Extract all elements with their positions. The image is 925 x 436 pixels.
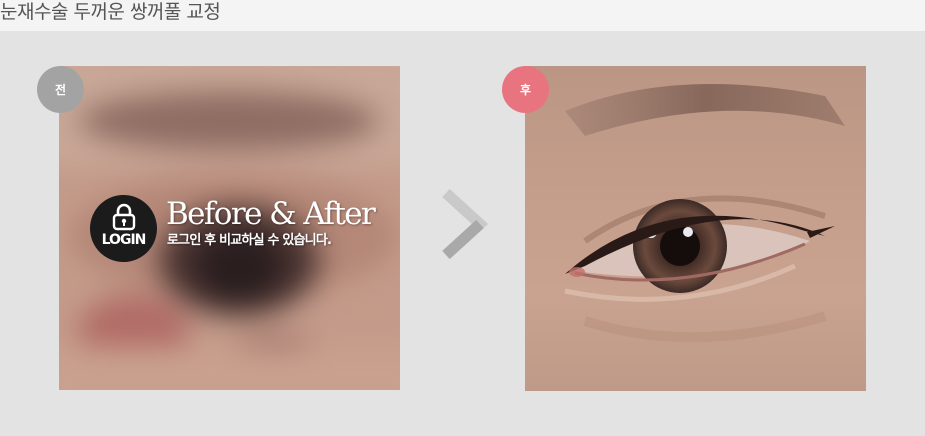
- login-label: LOGIN: [101, 232, 147, 248]
- after-photo: [525, 66, 866, 391]
- login-button[interactable]: LOGIN: [90, 195, 157, 262]
- chevron-right-icon[interactable]: [440, 189, 488, 259]
- login-required-message: 로그인 후 비교하실 수 있습니다.: [167, 233, 332, 248]
- lock-icon: [112, 203, 136, 231]
- page-title: 눈재수술 두꺼운 쌍꺼풀 교정: [0, 1, 221, 23]
- after-eye-image: [564, 84, 845, 343]
- before-after-title: Before & After: [166, 196, 376, 232]
- login-overlay[interactable]: LOGIN Before & After 로그인 후 비교하실 수 있습니다.: [90, 195, 390, 265]
- after-badge: 후: [502, 66, 549, 113]
- title-bar: 눈재수술 두꺼운 쌍꺼풀 교정: [0, 0, 925, 31]
- before-badge: 전: [37, 66, 84, 113]
